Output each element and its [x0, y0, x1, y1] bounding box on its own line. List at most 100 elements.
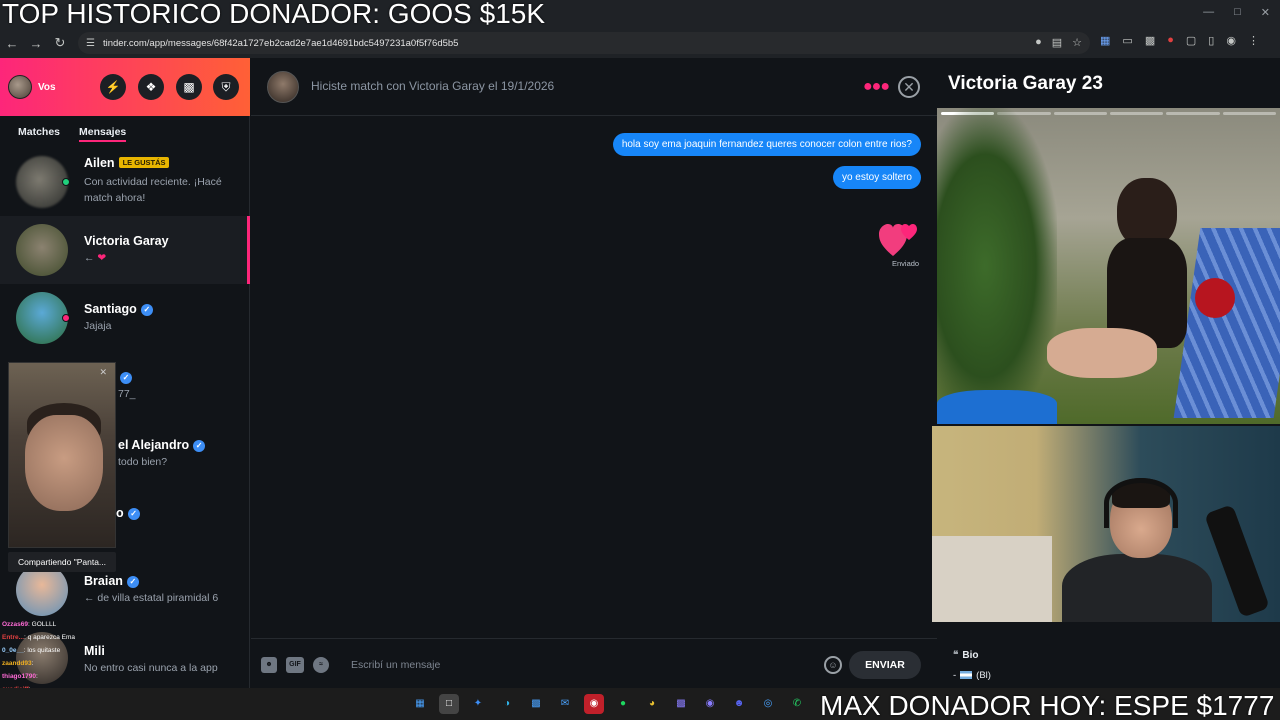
emoji-icon[interactable]: ☺	[824, 656, 842, 674]
taskbar-apps: ▦ □ ✦ ◑ ▩ ✉ ◉ ● ◕ ▩ ◉ ☻ ◎ ✆	[410, 694, 807, 714]
chrome-icon[interactable]: ◕	[642, 694, 662, 714]
discord-icon[interactable]: ☻	[729, 694, 749, 714]
tab-matches[interactable]: Matches	[18, 126, 60, 138]
extension-icon[interactable]: ▩	[1145, 34, 1155, 47]
bookmark-star-icon[interactable]: ☆	[1072, 36, 1082, 49]
boost-icon[interactable]: ⚡	[100, 74, 126, 100]
photo-indicator[interactable]	[1053, 112, 1107, 115]
forward-arrow-icon[interactable]: →	[24, 31, 48, 55]
stream-chat-text: :	[31, 660, 34, 667]
verified-icon: ✓	[120, 372, 132, 384]
copilot-icon[interactable]: ✦	[468, 694, 488, 714]
conversation-item[interactable]: Ailen LE GUSTÁS Con actividad reciente. ¡…	[0, 148, 250, 216]
whatsapp-icon[interactable]: ✆	[787, 694, 807, 714]
photo-indicator[interactable]	[1166, 112, 1220, 115]
close-icon[interactable]: ✕	[1261, 6, 1270, 19]
edge-icon[interactable]: ◑	[497, 694, 517, 714]
argentina-flag-icon	[960, 671, 973, 679]
conversation-preview: Con actividad reciente. ¡Hacé match ahor…	[84, 176, 222, 204]
puzzle-icon[interactable]: ▢	[1186, 34, 1196, 47]
address-bar[interactable]: ☰ tinder.com/app/messages/68f42a1727eb2c…	[78, 32, 1090, 54]
record-extension-icon[interactable]: ●	[1167, 34, 1174, 47]
app-icon[interactable]: ◉	[700, 694, 720, 714]
taskbar: ▦ □ ✦ ◑ ▩ ✉ ◉ ● ◕ ▩ ◉ ☻ ◎ ✆ MAX DONADOR …	[0, 688, 1280, 720]
quote-icon: ❝	[953, 650, 959, 661]
teams-icon[interactable]: ▩	[671, 694, 691, 714]
stream-chat-text: :	[35, 673, 38, 680]
avatar[interactable]	[267, 71, 299, 103]
avatar[interactable]	[8, 75, 32, 99]
bio-text: - (Bl)	[953, 670, 991, 681]
extensions-bar: ▦ ▭ ▩ ● ▢ ▯ ◉ ⋮	[1100, 34, 1259, 47]
stream-chat-line: Entre...: q aparezca Ema	[2, 631, 252, 644]
conversation-item-selected[interactable]: Victoria Garay ← ❤	[0, 216, 250, 284]
sidebar-icon[interactable]: ▯	[1208, 34, 1214, 47]
stream-chat-user: Entre...	[2, 634, 25, 641]
menu-kebab-icon[interactable]: ⋮	[1248, 34, 1259, 47]
browser-chrome: TOP HISTORICO DONADOR: GOOS $15K — □ ✕ ←…	[0, 0, 1280, 58]
minimize-icon[interactable]: —	[1203, 6, 1214, 19]
close-icon[interactable]: ✕	[99, 367, 107, 378]
back-arrow-icon[interactable]: ←	[0, 31, 24, 55]
gif-button[interactable]: GIF	[286, 657, 304, 673]
stream-chat-line: Ozzas69: GOLLLL	[2, 618, 252, 631]
title-bar: TOP HISTORICO DONADOR: GOOS $15K — □ ✕	[0, 0, 1280, 29]
site-info-icon[interactable]: ☰	[86, 38, 95, 49]
photo-indicator[interactable]	[1109, 112, 1164, 115]
contact-card-icon[interactable]: ☻	[261, 657, 277, 673]
headset-icon	[1104, 478, 1178, 528]
stream-chat-text: : q aparezca Ema	[24, 634, 75, 641]
extension-icon[interactable]: ▭	[1122, 34, 1132, 47]
windows-start-icon[interactable]: ▦	[410, 694, 430, 714]
file-icon[interactable]: □	[439, 694, 459, 714]
close-chat-button[interactable]: ✕	[898, 76, 920, 98]
stream-chat-user: 0_0e__	[2, 647, 24, 654]
location-icon[interactable]: ●	[1035, 36, 1042, 49]
streamer-webcam	[932, 426, 1280, 622]
tab-messages[interactable]: Mensajes	[79, 126, 127, 142]
profile-label[interactable]: Vos	[38, 82, 56, 93]
heart-icon: ❤	[97, 252, 107, 264]
screen-share-label: Compartiendo "Panta...	[8, 552, 116, 572]
photo-kettle	[1195, 278, 1235, 318]
obs-icon[interactable]: ◉	[584, 694, 604, 714]
spotify-icon[interactable]: ≈	[313, 657, 329, 673]
mail-icon[interactable]: ✉	[555, 694, 575, 714]
screen-share-preview[interactable]: ✕	[8, 362, 116, 548]
nav-bar: ← → ↻ ☰ tinder.com/app/messages/68f42a17…	[0, 30, 1280, 56]
more-options-icon[interactable]: ●●●	[863, 78, 890, 96]
sidebar-header: Vos ⚡ ❖ ▩ ⛨	[0, 58, 250, 116]
message-input[interactable]: Escribí un mensaje	[351, 659, 440, 671]
conversation-item[interactable]: Santiago ✓ Jajaja	[0, 284, 250, 352]
photo-tree	[937, 108, 1057, 424]
likes-you-badge: LE GUSTÁS	[118, 157, 170, 168]
briefcase-icon[interactable]: ▩	[176, 74, 202, 100]
cast-icon[interactable]: ▤	[1052, 36, 1062, 49]
top-donor-banner: TOP HISTORICO DONADOR: GOOS $15K	[2, 0, 546, 29]
conversation-preview: ← de villa estatal piramidal 6	[84, 592, 219, 604]
translate-icon[interactable]: ▦	[1100, 34, 1110, 47]
message-bubble: hola soy ema joaquin fernandez queres co…	[612, 133, 921, 156]
conversation-name: el Alejandro ✓	[118, 438, 206, 452]
profile-avatar-icon[interactable]: ◉	[1226, 34, 1236, 47]
shield-icon[interactable]: ⛨	[213, 74, 239, 100]
reload-icon[interactable]: ↻	[48, 31, 72, 55]
maximize-icon[interactable]: □	[1234, 6, 1241, 19]
verified-icon: ✓	[127, 508, 140, 520]
profile-photo[interactable]	[937, 108, 1280, 424]
spotify-icon[interactable]: ●	[613, 694, 633, 714]
photo-indicator[interactable]	[1222, 112, 1276, 115]
address-bar-actions: ● ▤ ☆	[1035, 36, 1082, 49]
send-button[interactable]: ENVIAR	[849, 651, 921, 679]
screen: TOP HISTORICO DONADOR: GOOS $15K — □ ✕ ←…	[0, 0, 1280, 720]
window-controls: — □ ✕	[1203, 6, 1270, 19]
conversation-name: Santiago ✓	[84, 302, 153, 316]
stream-chat-user: thiago1790	[2, 673, 36, 680]
profile-pane: Victoria Garay 23 ❝ Bio - (Bl)	[932, 58, 1280, 688]
app-icon[interactable]: ◎	[758, 694, 778, 714]
url-text: tinder.com/app/messages/68f42a1727eb2cad…	[102, 37, 459, 49]
explore-icon[interactable]: ❖	[138, 74, 164, 100]
webcam-streamer-body	[1062, 554, 1212, 622]
conversation-name: o ✓	[116, 506, 140, 520]
store-icon[interactable]: ▩	[526, 694, 546, 714]
